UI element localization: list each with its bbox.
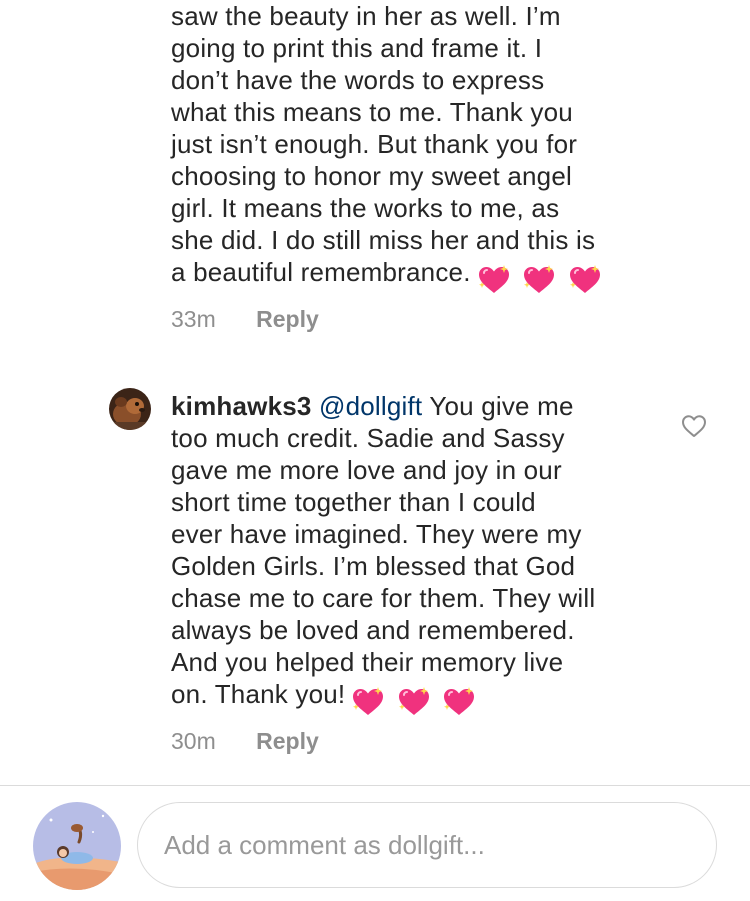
comments-screen: saw the beauty in her as well. I’m going… bbox=[0, 0, 750, 901]
reply-button[interactable]: Reply bbox=[256, 728, 319, 754]
comment-line-first: kimhawks3 @dollgift You give me bbox=[171, 390, 649, 422]
comment-line: Golden Girls. I’m blessed that God bbox=[171, 551, 576, 581]
comment-timestamp: 33m bbox=[171, 306, 216, 332]
comment-input[interactable]: Add a comment as dollgift... bbox=[137, 802, 717, 888]
sparkling-heart-icon bbox=[569, 265, 600, 294]
comment-line: ever have imagined. They were my bbox=[171, 519, 582, 549]
comment-line: what this means to me. Thank you bbox=[171, 97, 573, 127]
comment-timestamp: 30m bbox=[171, 728, 216, 754]
emoji-group bbox=[351, 684, 480, 718]
avatar[interactable] bbox=[109, 388, 151, 430]
comment-line: she did. I do still miss her and this is bbox=[171, 225, 596, 255]
sparkling-heart-icon bbox=[398, 687, 429, 716]
comment-line: And you helped their memory live bbox=[171, 647, 564, 677]
sparkling-heart-icon bbox=[524, 265, 555, 294]
sparkling-heart-icon bbox=[353, 687, 384, 716]
comment-line-last: on. Thank you! bbox=[171, 678, 649, 718]
sparkling-heart-icon bbox=[478, 265, 509, 294]
sparkling-heart-icon bbox=[444, 687, 475, 716]
avatar[interactable] bbox=[33, 802, 121, 890]
comment-line: choosing to honor my sweet angel bbox=[171, 161, 572, 191]
comment-line-text: You give me bbox=[422, 391, 574, 421]
comment-line: chase me to care for them. They will bbox=[171, 583, 596, 613]
comment-line: gave me more love and joy in our bbox=[171, 455, 562, 485]
comment-line: girl. It means the works to me, as bbox=[171, 193, 560, 223]
comment-line: don’t have the words to express bbox=[171, 65, 545, 95]
comment-line-last: a beautiful remembrance. bbox=[171, 256, 646, 296]
comment-line: saw the beauty in her as well. I’m bbox=[171, 1, 561, 31]
comment-line-text: a beautiful remembrance. bbox=[171, 257, 471, 287]
emoji-group bbox=[477, 262, 606, 296]
reply-button[interactable]: Reply bbox=[256, 306, 319, 332]
comment-line: too much credit. Sadie and Sassy bbox=[171, 423, 565, 453]
comment-meta: 30m Reply bbox=[171, 728, 319, 755]
comment-text: kimhawks3 @dollgift You give me too much… bbox=[171, 390, 649, 718]
mention-link[interactable]: @dollgift bbox=[319, 391, 422, 421]
comment-meta: 33m Reply bbox=[171, 306, 319, 333]
divider bbox=[0, 785, 750, 786]
comment-line: short time together than I could bbox=[171, 487, 536, 517]
comment-line: going to print this and frame it. I bbox=[171, 33, 543, 63]
profile-illustration-icon bbox=[33, 802, 121, 890]
heart-outline-icon[interactable] bbox=[681, 414, 707, 438]
dog-photo-icon bbox=[109, 388, 151, 430]
comment-username[interactable]: kimhawks3 bbox=[171, 391, 312, 421]
comment-input-placeholder: Add a comment as dollgift... bbox=[164, 829, 485, 860]
comment-line: just isn’t enough. But thank you for bbox=[171, 129, 578, 159]
comment-line-text: on. Thank you! bbox=[171, 679, 346, 709]
comment-text: saw the beauty in her as well. I’m going… bbox=[171, 0, 646, 296]
comment-line: always be loved and remembered. bbox=[171, 615, 575, 645]
